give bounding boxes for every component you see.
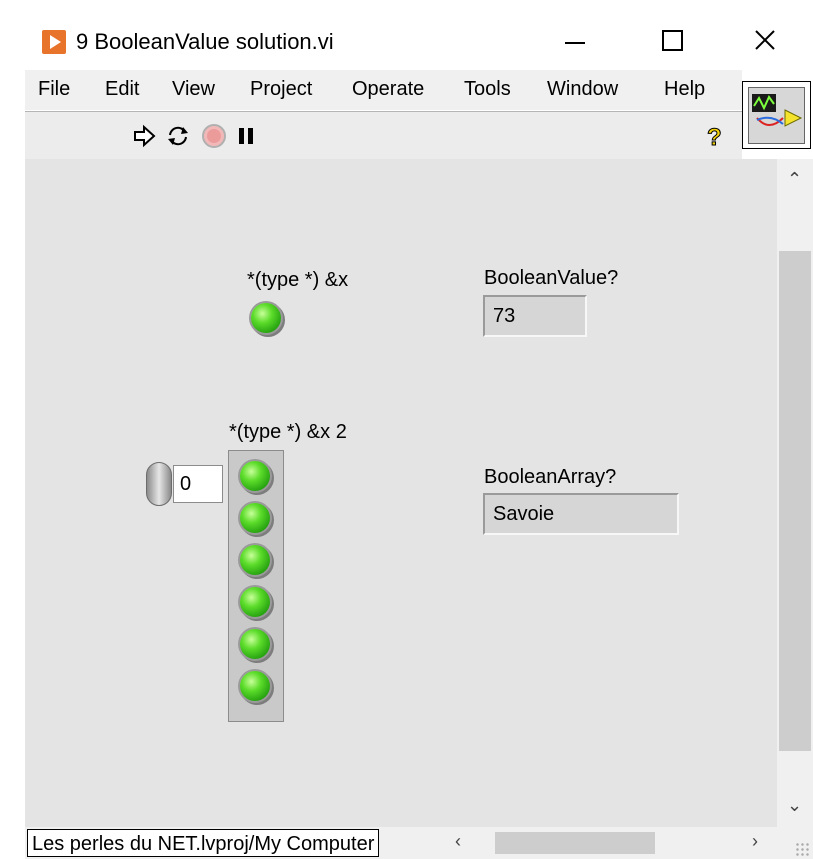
run-continuously-icon[interactable] xyxy=(165,123,191,149)
window-title: 9 BooleanValue solution.vi xyxy=(76,29,334,54)
menu-file[interactable]: File xyxy=(38,78,70,101)
menu-window[interactable]: Window xyxy=(547,78,618,101)
resize-grip-icon[interactable] xyxy=(795,842,809,856)
vertical-scrollbar[interactable]: ⌃ ⌄ xyxy=(777,159,813,827)
boolean-array-led[interactable] xyxy=(240,629,270,659)
boolean-array-led[interactable] xyxy=(240,503,270,533)
scroll-left-icon[interactable]: ‹ xyxy=(455,831,461,852)
minimize-button[interactable] xyxy=(545,16,605,66)
boolean-array-led[interactable] xyxy=(240,461,270,491)
close-icon xyxy=(755,30,775,50)
boolean-array-label: *(type *) &x 2 xyxy=(229,421,347,443)
menu-operate[interactable]: Operate xyxy=(352,78,424,101)
project-path: Les perles du NET.lvproj/My Computer xyxy=(27,829,380,857)
menu-project[interactable]: Project xyxy=(250,78,312,101)
boolean-value-label: BooleanValue? xyxy=(484,267,619,289)
run-arrow-icon[interactable] xyxy=(131,123,157,149)
abort-icon[interactable] xyxy=(201,123,227,149)
title-bar: 9 BooleanValue solution.vi xyxy=(25,14,813,70)
boolean-array-led[interactable] xyxy=(240,545,270,575)
menu-bar: File Edit View Project Operate Tools Win… xyxy=(25,70,742,110)
vi-connector-icon[interactable] xyxy=(742,81,811,149)
boolean-array-led[interactable] xyxy=(240,671,270,701)
front-panel: *(type *) &x BooleanValue? 73 *(type *) … xyxy=(25,159,777,827)
vi-window: 9 BooleanValue solution.vi File Edit Vie… xyxy=(25,14,813,859)
menu-view[interactable]: View xyxy=(172,78,215,101)
horizontal-scroll-thumb[interactable] xyxy=(495,832,655,854)
array-index-stepper[interactable] xyxy=(146,462,172,506)
toolbar: ? xyxy=(25,111,742,160)
boolean-array-led[interactable] xyxy=(240,587,270,617)
pause-icon[interactable] xyxy=(233,123,259,149)
boolean-array-indicator: Savoie xyxy=(483,493,679,535)
array-index-input[interactable]: 0 xyxy=(173,465,223,503)
boolean-array-frame xyxy=(228,450,284,722)
status-bar: Les perles du NET.lvproj/My Computer ‹ › xyxy=(25,827,813,859)
boolean-value-indicator: 73 xyxy=(483,295,587,337)
maximize-button[interactable] xyxy=(642,16,702,66)
scroll-up-icon[interactable]: ⌃ xyxy=(787,169,802,190)
boolean-control-label: *(type *) &x xyxy=(247,269,349,291)
scroll-right-icon[interactable]: › xyxy=(752,831,758,852)
vi-icon-graphic xyxy=(748,87,805,144)
close-button[interactable] xyxy=(735,16,795,66)
menu-tools[interactable]: Tools xyxy=(464,78,511,101)
boolean-led-control[interactable] xyxy=(251,303,281,333)
svg-text:?: ? xyxy=(707,124,722,149)
scroll-down-icon[interactable]: ⌄ xyxy=(787,795,802,816)
vertical-scroll-thumb[interactable] xyxy=(779,251,811,751)
menu-edit[interactable]: Edit xyxy=(105,78,139,101)
boolean-array-indicator-label: BooleanArray? xyxy=(484,466,617,488)
help-icon[interactable]: ? xyxy=(702,123,728,152)
labview-icon xyxy=(42,30,66,54)
menu-help[interactable]: Help xyxy=(664,78,705,101)
